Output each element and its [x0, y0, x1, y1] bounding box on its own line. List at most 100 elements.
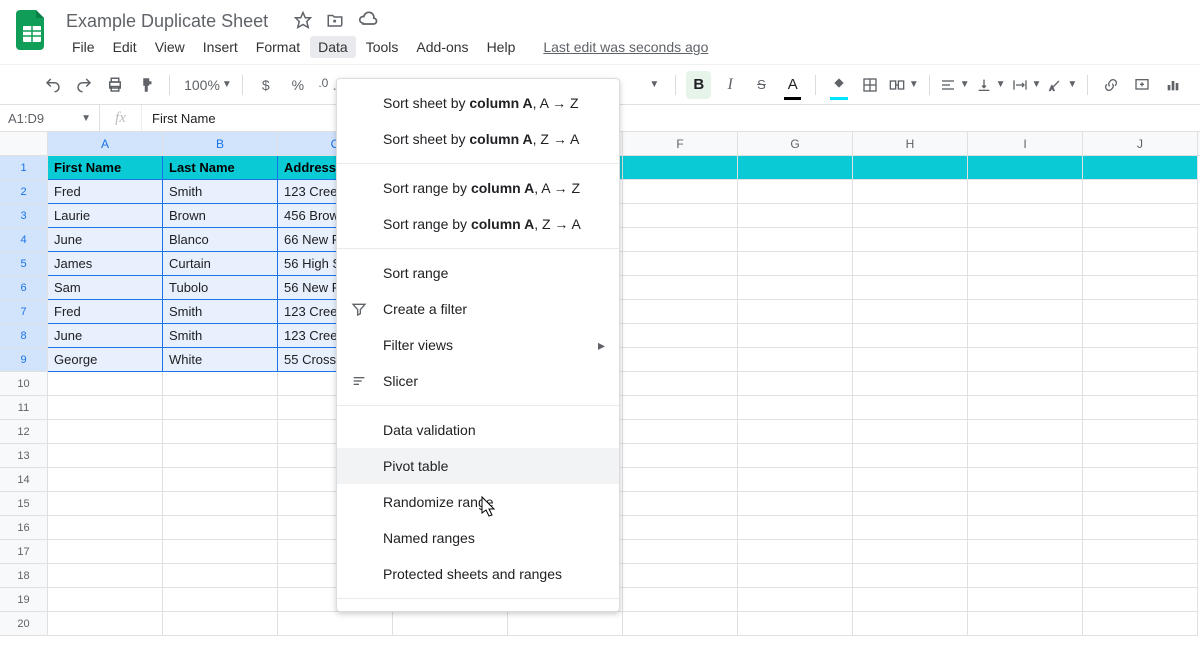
menu-data[interactable]: Data: [310, 36, 356, 58]
filter-views[interactable]: Filter views ▸: [337, 327, 619, 363]
last-edit-link[interactable]: Last edit was seconds ago: [543, 39, 708, 55]
cell[interactable]: [163, 564, 278, 588]
cell[interactable]: [853, 444, 968, 468]
cell[interactable]: [968, 204, 1083, 228]
cell[interactable]: [48, 492, 163, 516]
row-header[interactable]: 13: [0, 444, 48, 468]
cell[interactable]: [853, 300, 968, 324]
cell[interactable]: [738, 228, 853, 252]
cell[interactable]: [48, 612, 163, 636]
cell[interactable]: Smith: [163, 180, 278, 204]
cell[interactable]: [623, 180, 738, 204]
cell[interactable]: [48, 564, 163, 588]
cell[interactable]: [623, 540, 738, 564]
cell[interactable]: June: [48, 228, 163, 252]
cell[interactable]: Fred: [48, 180, 163, 204]
sort-range-za[interactable]: Sort range by column A, Z → A: [337, 206, 619, 242]
cloud-icon[interactable]: [358, 11, 378, 29]
cell[interactable]: [623, 420, 738, 444]
doc-title[interactable]: Example Duplicate Sheet: [60, 8, 274, 32]
cell[interactable]: [853, 492, 968, 516]
cell[interactable]: First Name: [48, 156, 163, 180]
cell[interactable]: [968, 372, 1083, 396]
cell[interactable]: [738, 444, 853, 468]
cell[interactable]: [738, 180, 853, 204]
percent-button[interactable]: %: [285, 71, 311, 99]
cell[interactable]: [1083, 228, 1198, 252]
cell[interactable]: [508, 612, 623, 636]
cell[interactable]: [738, 468, 853, 492]
cell[interactable]: Smith: [163, 300, 278, 324]
row-header[interactable]: 9: [0, 348, 48, 372]
cell[interactable]: [738, 492, 853, 516]
cell[interactable]: [623, 276, 738, 300]
col-header-B[interactable]: B: [163, 132, 278, 155]
cell[interactable]: [1083, 516, 1198, 540]
cell[interactable]: [1083, 372, 1198, 396]
cell[interactable]: [623, 324, 738, 348]
cell[interactable]: [738, 420, 853, 444]
cell[interactable]: [968, 300, 1083, 324]
named-ranges[interactable]: Named ranges: [337, 520, 619, 556]
cell[interactable]: [163, 396, 278, 420]
cell[interactable]: [1083, 204, 1198, 228]
cell[interactable]: [853, 348, 968, 372]
menu-addons[interactable]: Add-ons: [408, 36, 476, 58]
cell[interactable]: Last Name: [163, 156, 278, 180]
sort-sheet-za[interactable]: Sort sheet by column A, Z → A: [337, 121, 619, 157]
cell[interactable]: [163, 540, 278, 564]
cell[interactable]: [853, 204, 968, 228]
cell[interactable]: [1083, 252, 1198, 276]
halign-button[interactable]: ▼: [940, 77, 970, 93]
cell[interactable]: [968, 540, 1083, 564]
data-validation[interactable]: Data validation: [337, 412, 619, 448]
cell[interactable]: [623, 612, 738, 636]
zoom-select[interactable]: 100%▼: [180, 77, 232, 93]
menu-tools[interactable]: Tools: [358, 36, 407, 58]
randomize-range[interactable]: Randomize range: [337, 484, 619, 520]
cell[interactable]: [48, 468, 163, 492]
cell[interactable]: [393, 612, 508, 636]
cell[interactable]: [738, 588, 853, 612]
cell[interactable]: [853, 564, 968, 588]
cell[interactable]: [163, 372, 278, 396]
cell[interactable]: [623, 204, 738, 228]
cell[interactable]: [623, 444, 738, 468]
cell[interactable]: [738, 300, 853, 324]
row-header[interactable]: 3: [0, 204, 48, 228]
row-header[interactable]: 10: [0, 372, 48, 396]
row-header[interactable]: 14: [0, 468, 48, 492]
cell[interactable]: [623, 252, 738, 276]
menu-file[interactable]: File: [64, 36, 103, 58]
cell[interactable]: [623, 516, 738, 540]
cell[interactable]: [48, 420, 163, 444]
cell[interactable]: [738, 156, 853, 180]
create-filter[interactable]: Create a filter: [337, 291, 619, 327]
cell[interactable]: [853, 540, 968, 564]
cell[interactable]: [853, 396, 968, 420]
cell[interactable]: [48, 540, 163, 564]
cell[interactable]: [968, 564, 1083, 588]
sheets-logo[interactable]: [10, 8, 54, 52]
cell[interactable]: [1083, 156, 1198, 180]
row-header[interactable]: 11: [0, 396, 48, 420]
cell[interactable]: [48, 396, 163, 420]
cell[interactable]: [853, 228, 968, 252]
cell[interactable]: [738, 564, 853, 588]
currency-button[interactable]: $: [253, 71, 279, 99]
cell[interactable]: [623, 564, 738, 588]
cell[interactable]: [968, 276, 1083, 300]
chart-button[interactable]: [1161, 71, 1186, 99]
cell[interactable]: [1083, 492, 1198, 516]
col-header-F[interactable]: F: [623, 132, 738, 155]
cell[interactable]: [738, 204, 853, 228]
fill-color-button[interactable]: [826, 71, 851, 99]
row-header[interactable]: 18: [0, 564, 48, 588]
cell[interactable]: [853, 156, 968, 180]
cell[interactable]: [1083, 540, 1198, 564]
row-header[interactable]: 16: [0, 516, 48, 540]
cell[interactable]: [48, 516, 163, 540]
row-header[interactable]: 6: [0, 276, 48, 300]
cell[interactable]: [1083, 396, 1198, 420]
cell[interactable]: [623, 156, 738, 180]
